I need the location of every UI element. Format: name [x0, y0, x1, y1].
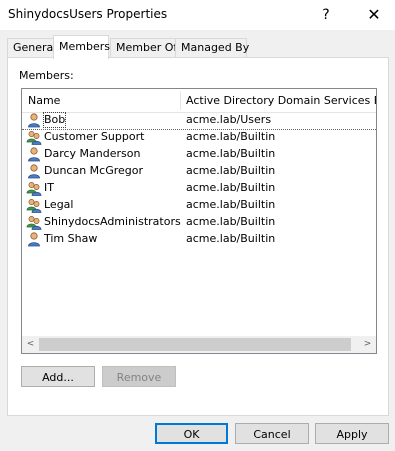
table-row[interactable]: ShinydocsAdministrators acme.lab/Builtin — [22, 214, 376, 231]
member-folder: acme.lab/Builtin — [186, 130, 276, 143]
member-name: Darcy Manderson — [44, 147, 141, 160]
member-name: Tim Shaw — [44, 232, 98, 245]
tab-members[interactable]: Members — [53, 35, 110, 59]
tab-managed-by[interactable]: Managed By — [175, 38, 249, 58]
table-row[interactable]: IT acme.lab/Builtin — [22, 180, 376, 197]
column-divider[interactable] — [180, 91, 181, 110]
apply-button[interactable]: Apply — [315, 423, 389, 444]
tab-general[interactable]: General — [7, 38, 56, 58]
user-icon — [26, 231, 42, 248]
title-bar: ShinydocsUsers Properties ? ✕ — [0, 0, 395, 30]
column-header-name[interactable]: Name — [28, 89, 178, 112]
list-header: Name Active Directory Domain Services Fo… — [22, 89, 376, 113]
scroll-left-button[interactable]: < — [22, 336, 39, 353]
tab-member-of[interactable]: Member Of — [110, 38, 177, 58]
scroll-right-button[interactable]: > — [359, 336, 376, 353]
group-icon — [26, 129, 42, 146]
user-icon — [26, 163, 42, 180]
add-button[interactable]: Add... — [21, 366, 95, 387]
scroll-thumb[interactable] — [39, 338, 351, 351]
cancel-button[interactable]: Cancel — [235, 423, 309, 444]
remove-button[interactable]: Remove — [102, 366, 176, 387]
ok-button[interactable]: OK — [155, 423, 228, 444]
member-folder: acme.lab/Builtin — [186, 198, 276, 211]
group-icon — [26, 214, 42, 231]
member-folder: acme.lab/Builtin — [186, 147, 276, 160]
user-icon — [26, 112, 42, 129]
members-label: Members: — [19, 69, 74, 82]
table-row[interactable]: Customer Support acme.lab/Builtin — [22, 129, 376, 146]
table-row[interactable]: Legal acme.lab/Builtin — [22, 197, 376, 214]
column-header-folder[interactable]: Active Directory Domain Services Folder — [186, 89, 376, 112]
table-row[interactable]: Tim Shaw acme.lab/Builtin — [22, 231, 376, 248]
member-folder: acme.lab/Builtin — [186, 181, 276, 194]
member-folder: acme.lab/Users — [186, 113, 272, 126]
user-icon — [26, 146, 42, 163]
member-name: IT — [44, 181, 54, 194]
member-folder: acme.lab/Builtin — [186, 215, 276, 228]
table-row[interactable]: Duncan McGregor acme.lab/Builtin — [22, 163, 376, 180]
member-folder: acme.lab/Builtin — [186, 232, 276, 245]
member-name: ShinydocsAdministrators — [44, 215, 181, 228]
horizontal-scrollbar[interactable]: < > — [22, 336, 376, 353]
table-row[interactable]: Darcy Manderson acme.lab/Builtin — [22, 146, 376, 163]
table-row[interactable]: Bob acme.lab/Users — [22, 112, 376, 130]
member-name: Customer Support — [44, 130, 145, 143]
member-folder: acme.lab/Builtin — [186, 164, 276, 177]
member-name: Bob — [43, 112, 67, 128]
members-list[interactable]: Name Active Directory Domain Services Fo… — [21, 88, 377, 354]
help-button[interactable]: ? — [311, 3, 341, 27]
member-name: Legal — [44, 198, 74, 211]
member-name: Duncan McGregor — [44, 164, 144, 177]
window-title: ShinydocsUsers Properties — [8, 7, 168, 21]
group-icon — [26, 197, 42, 214]
group-icon — [26, 180, 42, 197]
close-button[interactable]: ✕ — [359, 3, 389, 27]
